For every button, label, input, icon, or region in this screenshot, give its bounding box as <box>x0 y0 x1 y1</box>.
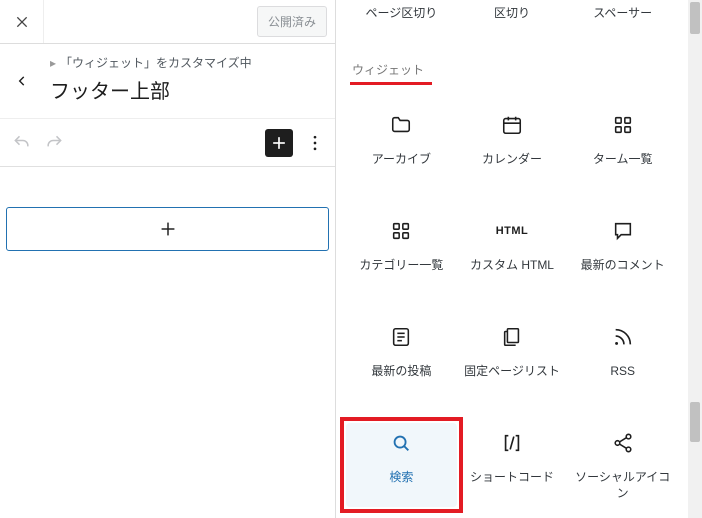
undo-icon <box>12 133 32 153</box>
undo-button[interactable] <box>8 129 36 157</box>
block-item-tag-cloud[interactable]: ターム一覧 <box>567 105 678 181</box>
comment-icon <box>611 219 635 243</box>
block-grid: アーカイブ カレンダー ターム一覧カテゴリー一覧 HTML カスタム HTML 最新のコメ… <box>336 105 688 507</box>
block-label: ショートコード <box>470 469 554 485</box>
block-label: RSS <box>610 363 635 379</box>
block-item-shortcode[interactable]: ショートコード <box>457 423 568 507</box>
plus-icon <box>269 133 289 153</box>
customizer-header: 公開済み <box>0 0 335 44</box>
page-title: フッター上部 <box>50 75 325 104</box>
redo-icon <box>44 133 64 153</box>
close-button[interactable] <box>0 0 44 43</box>
scrollbar-thumb[interactable] <box>690 402 700 442</box>
block-label: 固定ページリスト <box>464 363 560 379</box>
block-label: 検索 <box>389 469 413 485</box>
rss-icon <box>611 325 635 349</box>
block-item-rss[interactable]: RSS <box>567 317 678 393</box>
publish-status-button[interactable]: 公開済み <box>257 6 327 37</box>
pages-icon <box>500 325 524 349</box>
widget-canvas <box>0 167 335 251</box>
calendar-icon <box>500 113 524 137</box>
postlist-icon <box>389 325 413 349</box>
block-item-custom-html[interactable]: HTML カスタム HTML <box>457 211 568 287</box>
block-label-page-break[interactable]: ページ区切り <box>346 4 457 21</box>
html-icon: HTML <box>500 219 524 243</box>
grid4-icon <box>389 219 413 243</box>
block-item-social-icons[interactable]: ソーシャルアイコン <box>567 423 678 507</box>
block-label: ソーシャルアイコン <box>573 469 673 501</box>
block-item-search[interactable]: 検索 <box>346 423 457 507</box>
block-item-page-list[interactable]: 固定ページリスト <box>457 317 568 393</box>
scrollbar-thumb[interactable] <box>690 2 700 34</box>
block-label-separator[interactable]: 区切り <box>457 4 568 21</box>
share-icon <box>611 431 635 455</box>
plus-icon <box>157 218 179 240</box>
block-label: 最新の投稿 <box>371 363 431 379</box>
chevron-left-icon <box>15 74 29 88</box>
more-vertical-icon <box>305 133 325 153</box>
vertical-scrollbar[interactable] <box>688 0 702 518</box>
back-button[interactable] <box>0 44 44 118</box>
grid4-icon <box>611 113 635 137</box>
section-underline <box>350 82 432 85</box>
block-item-latest-posts[interactable]: 最新の投稿 <box>346 317 457 393</box>
block-item-categories[interactable]: カテゴリー一覧 <box>346 211 457 287</box>
block-label: ターム一覧 <box>593 151 653 167</box>
block-label: アーカイブ <box>372 151 431 167</box>
block-inserter-panel: ページ区切り 区切り スペーサー ウィジェット アーカイブ カレンダー ターム一覧カ… <box>336 0 688 518</box>
block-item-archives[interactable]: アーカイブ <box>346 105 457 181</box>
caret-right-icon: ▸ <box>50 56 56 70</box>
folder-icon <box>389 113 413 137</box>
breadcrumb-text: 「ウィジェット」をカスタマイズ中 <box>60 56 252 70</box>
breadcrumb: ▸ 「ウィジェット」をカスタマイズ中 <box>50 54 325 71</box>
close-icon <box>14 14 30 30</box>
block-label-spacer[interactable]: スペーサー <box>567 4 678 21</box>
block-label: カスタム HTML <box>470 257 554 273</box>
add-block-placeholder[interactable] <box>6 207 329 251</box>
customizer-sidebar: 公開済み ▸ 「ウィジェット」をカスタマイズ中 フッター上部 <box>0 0 336 518</box>
more-options-button[interactable] <box>303 129 327 157</box>
block-item-calendar[interactable]: カレンダー <box>457 105 568 181</box>
block-label: カテゴリー一覧 <box>359 257 443 273</box>
breadcrumb-row: ▸ 「ウィジェット」をカスタマイズ中 フッター上部 <box>0 44 335 119</box>
block-label: カレンダー <box>482 151 542 167</box>
block-label: 最新のコメント <box>581 257 665 273</box>
publish-status-label: 公開済み <box>268 13 316 30</box>
block-item-latest-comments[interactable]: 最新のコメント <box>567 211 678 287</box>
inserter-top-row: ページ区切り 区切り スペーサー <box>336 0 688 31</box>
shortcode-icon <box>500 431 524 455</box>
add-block-button[interactable] <box>265 129 293 157</box>
inserter-section-title: ウィジェット <box>336 55 688 82</box>
search-icon <box>389 431 413 455</box>
redo-button[interactable] <box>40 129 68 157</box>
editor-toolbar <box>0 119 335 167</box>
